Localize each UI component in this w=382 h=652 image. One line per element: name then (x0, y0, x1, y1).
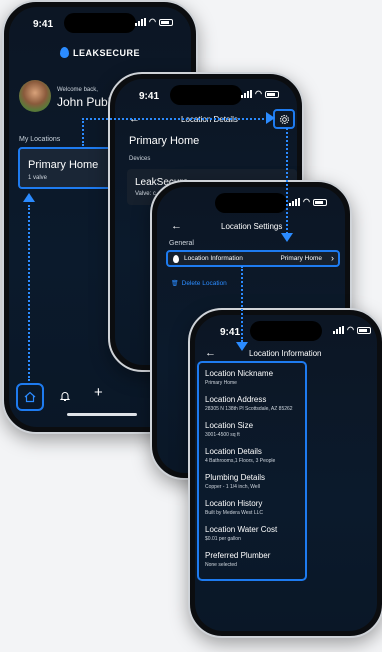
flow-arrow-1 (23, 193, 35, 202)
signal-icon (241, 90, 253, 98)
field-value: 3001-4500 sq ft (205, 432, 240, 438)
status-bar: 9:41 ◠ (115, 79, 297, 111)
wifi-icon: ◠ (303, 197, 310, 206)
flow-line-2 (82, 118, 268, 120)
fields-panel: Location Nickname Primary Home Location … (197, 361, 307, 581)
field-value: Primary Home (205, 380, 237, 386)
field-row[interactable]: Location Size 3001-4500 sq ft (205, 421, 253, 438)
water-drop-icon (59, 47, 69, 58)
battery-icon (265, 90, 279, 98)
nav-add-button[interactable]: + (94, 385, 103, 400)
field-row[interactable]: Location Address 28305 N 138th Pl Scotts… (205, 395, 293, 412)
general-label: General (169, 240, 194, 247)
field-row[interactable]: Plumbing Details Copper - 1 1/4 inch, We… (205, 473, 265, 490)
delete-label: Delete Location (181, 280, 227, 287)
trash-icon: 🗑 (171, 281, 179, 287)
information-screen: 9:41 ◠ ← Location Information Location N… (195, 315, 377, 631)
location-card-sub: 1 valve (28, 175, 48, 181)
flow-arrow-3 (281, 233, 293, 242)
header-title: Location Settings (221, 222, 283, 231)
signal-icon (333, 326, 345, 334)
flow-line-3 (82, 118, 84, 146)
gear-icon (279, 114, 289, 124)
location-card-name: Primary Home (28, 159, 99, 171)
field-value: Built by Medera West LLC (205, 510, 263, 516)
back-arrow-icon[interactable]: ← (205, 347, 216, 359)
location-information-row[interactable]: Location Information Primary Home › (166, 250, 340, 267)
flow-line-1 (28, 205, 30, 381)
header-title: Location Information (249, 349, 322, 358)
signal-icon (135, 18, 147, 26)
flow-line-5 (241, 266, 243, 342)
home-icon (24, 391, 36, 403)
battery-icon (357, 326, 371, 334)
my-locations-label: My Locations (19, 136, 61, 143)
location-title: Primary Home (129, 135, 200, 147)
field-value: 4 Bathrooms,1 Floors, 3 People (205, 458, 276, 464)
field-label: Preferred Plumber (205, 551, 271, 560)
field-value: 28305 N 138th Pl Scottsdale, AZ 85262 (205, 406, 293, 412)
flow-arrow-4 (236, 342, 248, 351)
water-drop-icon (173, 255, 179, 263)
logo-text: LEAKSECURE (72, 47, 140, 58)
dynamic-island (64, 13, 136, 33)
app-logo: LEAKSECURE (9, 47, 191, 58)
battery-icon (159, 18, 173, 26)
field-label: Location Address (205, 395, 267, 404)
avatar[interactable] (19, 80, 51, 112)
field-row[interactable]: Location Water Cost $0.01 per gallon (205, 525, 277, 542)
status-time: 9:41 (220, 327, 241, 338)
dynamic-island (215, 193, 287, 213)
bell-icon (59, 392, 71, 401)
status-icons: ◠ (289, 198, 327, 206)
status-icons: ◠ (135, 18, 173, 26)
field-value: $0.01 per gallon (205, 536, 241, 542)
field-row[interactable]: Preferred Plumber None selected (205, 551, 270, 568)
flow-arrow-2 (266, 112, 275, 124)
device-sub: Valve: c (135, 191, 156, 197)
field-label: Location Size (205, 421, 254, 430)
wifi-icon: ◠ (149, 17, 156, 26)
phone-location-information: 9:41 ◠ ← Location Information Location N… (188, 308, 382, 638)
flow-line-4 (286, 128, 288, 234)
home-indicator (67, 413, 137, 416)
status-icons: ◠ (333, 326, 371, 334)
status-bar: 9:41 ◠ (9, 7, 191, 39)
status-time: 9:41 (139, 91, 160, 102)
status-icons: ◠ (241, 90, 279, 98)
field-row[interactable]: Location Nickname Primary Home (205, 369, 273, 386)
field-row[interactable]: Location History Built by Medera West LL… (205, 499, 263, 516)
field-label: Location Nickname (205, 369, 274, 378)
field-label: Location History (205, 499, 263, 508)
battery-icon (313, 198, 327, 206)
wifi-icon: ◠ (255, 89, 262, 98)
field-label: Location Details (205, 447, 262, 456)
field-row[interactable]: Location Details 4 Bathrooms,1 Floors, 3… (205, 447, 275, 464)
field-value: Copper - 1 1/4 inch, Well (205, 484, 260, 490)
plus-icon: + (94, 384, 103, 401)
field-label: Plumbing Details (205, 473, 266, 482)
devices-label: Devices (129, 156, 151, 162)
welcome-text: Welcome back, (57, 87, 98, 93)
wifi-icon: ◠ (347, 325, 354, 334)
signal-icon (289, 198, 301, 206)
status-time: 9:41 (33, 19, 54, 30)
chevron-right-icon: › (331, 253, 334, 263)
status-bar: ◠ (157, 187, 345, 219)
nav-alerts-button[interactable] (59, 389, 73, 403)
location-card[interactable]: Primary Home 1 valve (18, 147, 112, 189)
row-value: Primary Home (280, 255, 322, 262)
status-bar: 9:41 ◠ (195, 315, 377, 347)
delete-location-button[interactable]: 🗑 Delete Location (171, 280, 227, 287)
row-label: Location Information (184, 255, 243, 262)
settings-button[interactable] (273, 109, 295, 129)
field-value: None selected (205, 562, 237, 568)
field-label: Location Water Cost (205, 525, 278, 534)
back-arrow-icon[interactable]: ← (171, 220, 182, 232)
dynamic-island (250, 321, 322, 341)
nav-home-button[interactable] (16, 383, 44, 411)
dynamic-island (170, 85, 242, 105)
